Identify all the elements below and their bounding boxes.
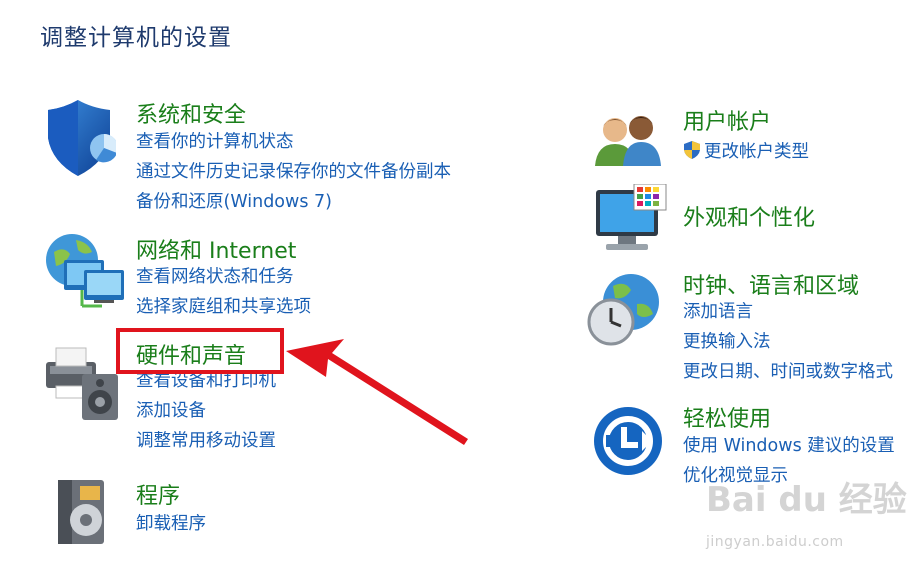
category-title-user-accounts[interactable]: 用户帐户 (683, 104, 771, 136)
link-add-device[interactable]: 添加设备 (136, 396, 276, 426)
baidu-watermark: Bai du 经验 jingyan.baidu.com (700, 472, 910, 562)
page-title: 调整计算机的设置 (40, 25, 232, 51)
printer-speaker-icon[interactable] (42, 340, 122, 428)
category-title-network-internet[interactable]: 网络和 Internet (136, 233, 296, 265)
category-title-system-security[interactable]: 系统和安全 (136, 97, 246, 129)
red-arrow-icon (286, 335, 476, 454)
category-title-appearance-personalization[interactable]: 外观和个性化 (683, 200, 815, 232)
watermark-site: jingyan.baidu.com (706, 534, 844, 550)
category-title-programs[interactable]: 程序 (136, 478, 180, 510)
clock-globe-icon[interactable] (587, 272, 667, 352)
programs-disc-icon[interactable] (52, 478, 112, 552)
link-uninstall-program[interactable]: 卸载程序 (136, 509, 206, 539)
link-file-history-backup[interactable]: 通过文件历史记录保存你的文件备份副本 (136, 157, 451, 187)
link-mobility-settings[interactable]: 调整常用移动设置 (136, 426, 276, 456)
link-view-computer-status[interactable]: 查看你的计算机状态 (136, 127, 451, 157)
link-change-date-time-format[interactable]: 更改日期、时间或数字格式 (683, 357, 893, 387)
link-change-input-method[interactable]: 更换输入法 (683, 327, 893, 357)
link-change-account-type[interactable]: 更改帐户类型 (683, 137, 809, 170)
link-change-account-type-label: 更改帐户类型 (704, 142, 809, 162)
link-add-language[interactable]: 添加语言 (683, 297, 893, 327)
users-icon[interactable] (593, 108, 665, 172)
highlight-box (116, 328, 284, 374)
category-title-clock-language-region[interactable]: 时钟、语言和区域 (683, 268, 859, 300)
monitor-palette-icon[interactable] (594, 183, 668, 260)
link-homegroup-sharing[interactable]: 选择家庭组和共享选项 (136, 292, 311, 322)
link-windows-recommended-settings[interactable]: 使用 Windows 建议的设置 (683, 431, 895, 461)
ease-of-access-icon[interactable] (592, 405, 664, 481)
network-globe-icon[interactable] (42, 232, 126, 316)
uac-shield-icon (683, 140, 701, 170)
link-backup-restore[interactable]: 备份和还原(Windows 7) (136, 187, 451, 217)
watermark-logo-text: Bai du 经验 (706, 480, 907, 520)
shield-icon[interactable] (44, 98, 118, 182)
category-title-ease-of-access[interactable]: 轻松使用 (683, 401, 771, 433)
link-network-status-tasks[interactable]: 查看网络状态和任务 (136, 262, 311, 292)
